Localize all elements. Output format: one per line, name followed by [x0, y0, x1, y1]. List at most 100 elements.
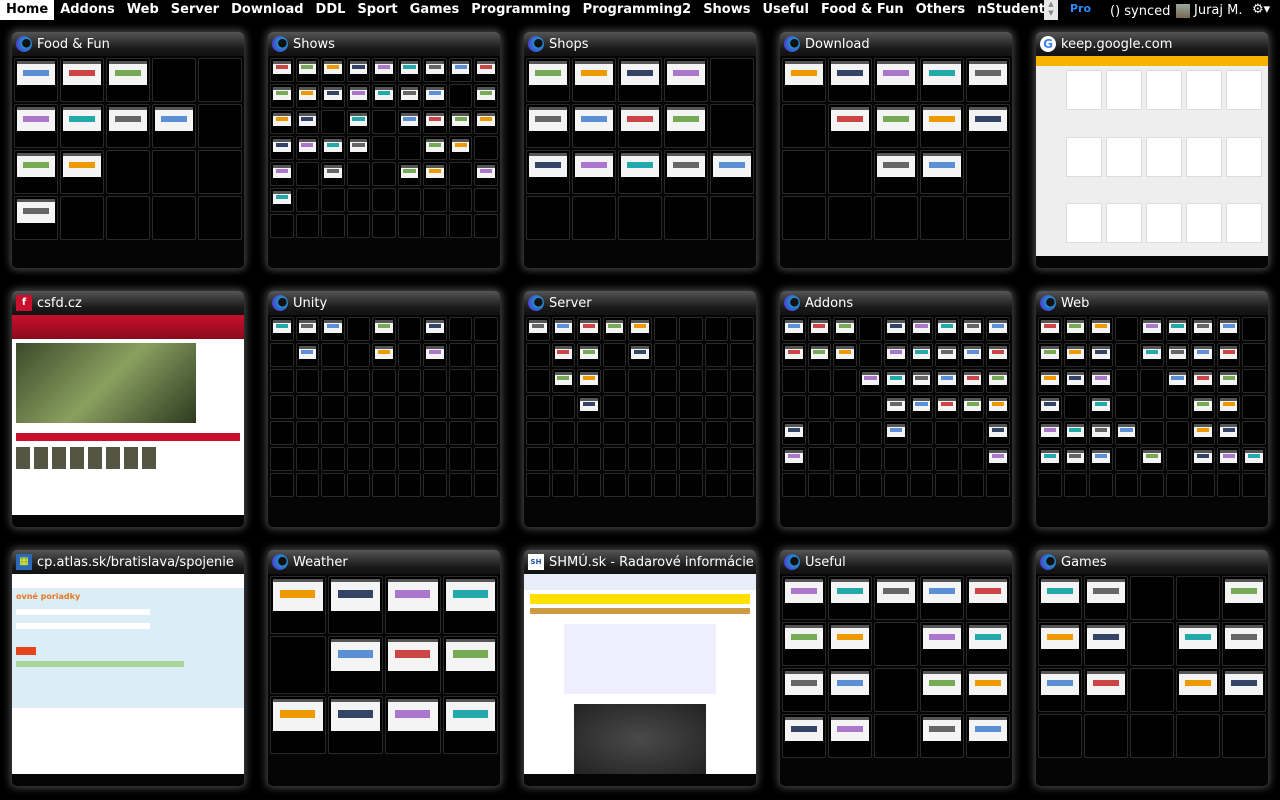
thumbnail[interactable] [628, 343, 652, 367]
thumbnail[interactable] [935, 317, 959, 341]
thumbnail[interactable] [884, 369, 908, 393]
thumbnail[interactable] [442, 636, 498, 694]
thumbnail[interactable] [618, 150, 662, 194]
thumbnail[interactable] [966, 58, 1010, 102]
tab-web[interactable]: Web [121, 0, 165, 20]
thumbnail[interactable] [782, 576, 826, 620]
thumbnail[interactable] [935, 395, 959, 419]
thumbnail[interactable] [960, 369, 985, 393]
tab-sport[interactable]: Sport [351, 0, 403, 20]
thumbnail[interactable] [321, 84, 345, 108]
thumbnail[interactable] [106, 58, 150, 102]
thumbnail[interactable] [920, 104, 964, 148]
speed-dial-tile[interactable]: Web [1036, 291, 1268, 527]
thumbnail[interactable] [577, 343, 601, 367]
thumbnail[interactable] [833, 343, 857, 367]
thumbnail[interactable] [909, 369, 934, 393]
thumbnail[interactable] [884, 343, 908, 367]
thumbnail[interactable] [782, 58, 826, 102]
thumbnail[interactable] [551, 317, 576, 341]
tab-addons[interactable]: Addons [54, 0, 121, 20]
thumbnail[interactable] [828, 714, 872, 758]
tab-useful[interactable]: Useful [756, 0, 814, 20]
thumbnail[interactable] [960, 395, 985, 419]
thumbnail[interactable] [920, 576, 964, 620]
thumbnail[interactable] [874, 576, 918, 620]
thumbnail[interactable] [1165, 317, 1190, 341]
speed-dial-tile[interactable]: SH SHMÚ.sk - Radarové informácie [524, 550, 756, 786]
thumbnail[interactable] [1140, 317, 1164, 341]
thumbnail[interactable] [920, 668, 964, 712]
thumbnail[interactable] [106, 104, 150, 148]
thumbnail[interactable] [526, 58, 570, 102]
thumbnail[interactable] [1191, 369, 1215, 393]
tab-download[interactable]: Download [225, 0, 309, 20]
thumbnail[interactable] [442, 576, 498, 634]
thumbnail[interactable] [664, 58, 708, 102]
thumbnail[interactable] [664, 150, 708, 194]
tab-programming[interactable]: Programming [465, 0, 576, 20]
thumbnail[interactable] [1038, 576, 1082, 620]
thumbnail[interactable] [448, 58, 473, 82]
speed-dial-tile[interactable]: Gkeep.google.com [1036, 32, 1268, 268]
thumbnail[interactable] [986, 317, 1010, 341]
tab-nstudent[interactable]: nStudent [971, 0, 1051, 20]
thumbnail[interactable] [1216, 421, 1241, 445]
thumbnail[interactable] [60, 104, 104, 148]
thumbnail[interactable] [385, 576, 441, 634]
speed-dial-tile[interactable]: Server [524, 291, 756, 527]
thumbnail[interactable] [423, 110, 447, 134]
thumbnail[interactable] [710, 150, 754, 194]
speed-dial-tile[interactable]: f csfd.cz [12, 291, 244, 527]
thumbnail[interactable] [1165, 343, 1190, 367]
thumbnail[interactable] [397, 84, 422, 108]
thumbnail[interactable] [874, 58, 918, 102]
thumbnail[interactable] [448, 110, 473, 134]
thumbnail[interactable] [14, 196, 58, 240]
thumbnail[interactable] [474, 110, 498, 134]
thumbnail[interactable] [346, 58, 371, 82]
thumbnail[interactable] [372, 58, 396, 82]
thumbnail[interactable] [442, 696, 498, 754]
thumbnail[interactable] [920, 150, 964, 194]
thumbnail[interactable] [270, 576, 326, 634]
thumbnail[interactable] [920, 622, 964, 666]
thumbnail[interactable] [1191, 317, 1215, 341]
thumbnail[interactable] [372, 84, 396, 108]
tab-shows[interactable]: Shows [697, 0, 756, 20]
thumbnail[interactable] [884, 317, 908, 341]
thumbnail[interactable] [602, 317, 627, 341]
thumbnail[interactable] [577, 317, 601, 341]
thumbnail[interactable] [346, 110, 371, 134]
thumbnail[interactable] [1038, 447, 1062, 471]
thumbnail[interactable] [986, 369, 1010, 393]
thumbnail[interactable] [782, 447, 806, 471]
thumbnail[interactable] [1063, 447, 1088, 471]
thumbnail[interactable] [372, 343, 396, 367]
pro-link[interactable]: Pro [1070, 2, 1091, 15]
thumbnail[interactable] [295, 317, 320, 341]
thumbnail[interactable] [960, 317, 985, 341]
thumbnail[interactable] [1191, 447, 1215, 471]
thumbnail[interactable] [270, 696, 326, 754]
thumbnail[interactable] [321, 136, 345, 160]
thumbnail[interactable] [1089, 421, 1113, 445]
thumbnail[interactable] [664, 104, 708, 148]
thumbnail[interactable] [1114, 421, 1139, 445]
thumbnail[interactable] [920, 714, 964, 758]
thumbnail[interactable] [909, 395, 934, 419]
thumbnail[interactable] [270, 84, 294, 108]
thumbnail[interactable] [782, 622, 826, 666]
thumbnail[interactable] [270, 162, 294, 186]
thumbnail[interactable] [828, 58, 872, 102]
thumbnail[interactable] [321, 317, 345, 341]
thumbnail[interactable] [966, 576, 1010, 620]
thumbnail[interactable] [397, 110, 422, 134]
tab-food-fun[interactable]: Food & Fun [815, 0, 910, 20]
thumbnail[interactable] [909, 343, 934, 367]
thumbnail[interactable] [1216, 317, 1241, 341]
thumbnail[interactable] [474, 162, 498, 186]
speed-dial-tile[interactable]: Games [1036, 550, 1268, 786]
thumbnail[interactable] [1084, 576, 1128, 620]
thumbnail[interactable] [1063, 369, 1088, 393]
